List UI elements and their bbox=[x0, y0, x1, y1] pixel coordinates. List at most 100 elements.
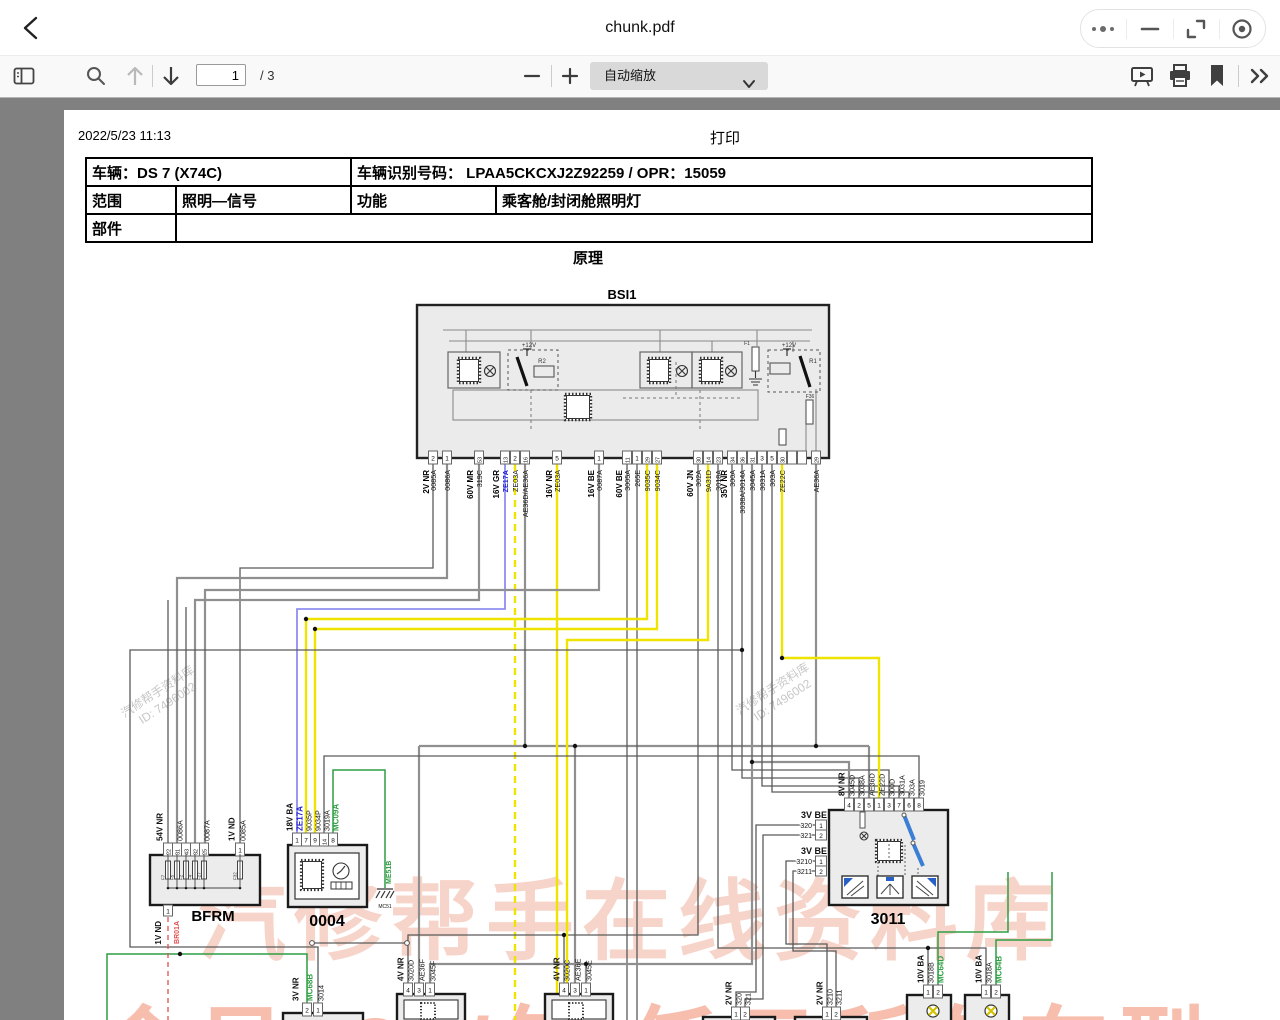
window-capsule bbox=[1080, 9, 1266, 48]
svg-text:60V BE: 60V BE bbox=[615, 469, 624, 497]
more-button[interactable] bbox=[1081, 10, 1126, 47]
svg-text:1V ND: 1V ND bbox=[154, 921, 163, 945]
sidebar-toggle-button[interactable] bbox=[10, 55, 38, 97]
svg-text:2: 2 bbox=[936, 990, 940, 997]
svg-text:2: 2 bbox=[857, 803, 861, 810]
svg-text:ME51B: ME51B bbox=[386, 861, 393, 884]
ground-mc51 bbox=[376, 889, 394, 898]
svg-text:7: 7 bbox=[897, 803, 901, 810]
svg-text:3005A: 3005A bbox=[623, 470, 632, 491]
svg-text:ZE03A: ZE03A bbox=[511, 470, 520, 492]
zoom-in-button[interactable] bbox=[556, 55, 584, 97]
svg-text:AE36D/AE36A: AE36D/AE36A bbox=[521, 470, 530, 517]
svg-text:ID: 7496002: ID: 7496002 bbox=[751, 676, 814, 724]
page-number-input[interactable] bbox=[196, 64, 246, 86]
svg-text:1: 1 bbox=[584, 988, 588, 995]
svg-text:36: 36 bbox=[740, 457, 746, 463]
svg-text:BR01A: BR01A bbox=[174, 921, 181, 944]
minus-icon bbox=[523, 67, 541, 85]
svg-text:303A: 303A bbox=[908, 779, 917, 796]
bsi-bus-lines bbox=[443, 330, 816, 451]
zoom-select[interactable]: 自动缩放 bbox=[590, 62, 768, 90]
svg-text:ZE17A: ZE17A bbox=[501, 470, 510, 492]
component-label-cell: 部件 bbox=[86, 214, 176, 242]
svg-text:5: 5 bbox=[770, 456, 774, 463]
svg-text:+12V: +12V bbox=[782, 343, 796, 349]
svg-text:R1: R1 bbox=[809, 359, 817, 365]
comp-0004-art bbox=[295, 853, 359, 899]
svg-text:11: 11 bbox=[625, 457, 631, 463]
svg-text:1: 1 bbox=[825, 1012, 829, 1019]
double-chevron-right-icon bbox=[1248, 66, 1272, 86]
svg-text:MC09A: MC09A bbox=[332, 804, 341, 831]
svg-text:2V NR: 2V NR bbox=[816, 981, 825, 1005]
svg-text:3: 3 bbox=[887, 803, 891, 810]
svg-text:22: 22 bbox=[166, 849, 172, 855]
svg-text:AE36A: AE36A bbox=[812, 470, 821, 493]
previous-page-button[interactable] bbox=[122, 55, 148, 97]
svg-text:9035P: 9035P bbox=[305, 810, 314, 831]
svg-text:1V ND: 1V ND bbox=[228, 817, 237, 841]
minimize-button[interactable] bbox=[1127, 10, 1172, 47]
svg-text:16V BE: 16V BE bbox=[587, 469, 596, 497]
component-value-cell bbox=[176, 214, 1092, 242]
zoom-out-button[interactable] bbox=[518, 55, 546, 97]
svg-text:265E: 265E bbox=[633, 470, 642, 487]
svg-text:3045F: 3045F bbox=[429, 960, 438, 981]
more-tools-button[interactable] bbox=[1244, 55, 1276, 97]
svg-text:9034P: 9034P bbox=[314, 810, 323, 831]
svg-text:29: 29 bbox=[645, 457, 651, 463]
svg-text:F27: F27 bbox=[197, 872, 202, 880]
svg-text:1: 1 bbox=[295, 838, 299, 845]
svg-text:R2: R2 bbox=[538, 359, 546, 365]
svg-text:2: 2 bbox=[743, 1012, 747, 1019]
svg-text:2V NR: 2V NR bbox=[725, 981, 734, 1005]
svg-text:AE36F: AE36F bbox=[418, 958, 427, 981]
svg-text:6: 6 bbox=[907, 803, 911, 810]
function-value-cell: 乘客舱/封闭舱照明灯 bbox=[496, 186, 1092, 214]
svg-text:303A: 303A bbox=[768, 470, 777, 487]
svg-text:3038A: 3038A bbox=[858, 775, 867, 796]
close-record-button[interactable] bbox=[1220, 10, 1265, 47]
svg-text:1: 1 bbox=[238, 848, 242, 855]
comp-4vnr-art bbox=[404, 1000, 606, 1019]
bsi-modules bbox=[448, 352, 742, 388]
svg-text:27: 27 bbox=[655, 457, 661, 463]
svg-text:31: 31 bbox=[750, 457, 756, 463]
svg-text:MC64D: MC64D bbox=[937, 956, 946, 983]
svg-text:9A31D: 9A31D bbox=[704, 470, 713, 492]
svg-text:23: 23 bbox=[716, 457, 722, 463]
svg-text:14: 14 bbox=[322, 839, 328, 845]
svg-text:32: 32 bbox=[193, 849, 199, 855]
svg-text:汽修帮手在线资料库: 汽修帮手在线资料库 bbox=[198, 872, 1062, 971]
svg-text:3V NR: 3V NR bbox=[292, 977, 301, 1001]
svg-text:60V MR: 60V MR bbox=[466, 470, 475, 499]
chevron-down-icon bbox=[742, 71, 756, 99]
svg-text:3031A: 3031A bbox=[898, 775, 907, 796]
svg-text:8: 8 bbox=[917, 803, 921, 810]
svg-text:16V NR: 16V NR bbox=[545, 470, 554, 498]
bsi-ground bbox=[749, 371, 762, 385]
bsi-chips bbox=[458, 358, 722, 420]
vehicle-cell: 车辆：DS 7 (X74C) bbox=[86, 158, 351, 186]
print-button[interactable] bbox=[1166, 55, 1194, 97]
svg-text:+12V: +12V bbox=[522, 343, 536, 349]
svg-text:13: 13 bbox=[503, 457, 509, 463]
svg-text:3: 3 bbox=[417, 988, 421, 995]
presentation-mode-button[interactable] bbox=[1128, 55, 1156, 97]
search-button[interactable] bbox=[82, 55, 110, 97]
svg-text:3: 3 bbox=[573, 988, 577, 995]
svg-text:3011: 3011 bbox=[871, 911, 906, 928]
svg-text:F7: F7 bbox=[161, 874, 166, 880]
printer-icon bbox=[1168, 64, 1192, 88]
wire-layer bbox=[107, 420, 1052, 1020]
svg-text:10V BA: 10V BA bbox=[917, 955, 926, 983]
search-icon bbox=[85, 65, 107, 87]
bookmark-button[interactable] bbox=[1204, 55, 1230, 97]
fullscreen-button[interactable] bbox=[1174, 10, 1219, 47]
svg-text:ID: 7496002: ID: 7496002 bbox=[136, 679, 199, 727]
svg-text:1: 1 bbox=[984, 990, 988, 997]
next-page-button[interactable] bbox=[158, 55, 184, 97]
ellipsis-icon bbox=[1089, 22, 1119, 36]
toolbar-divider bbox=[152, 65, 153, 87]
